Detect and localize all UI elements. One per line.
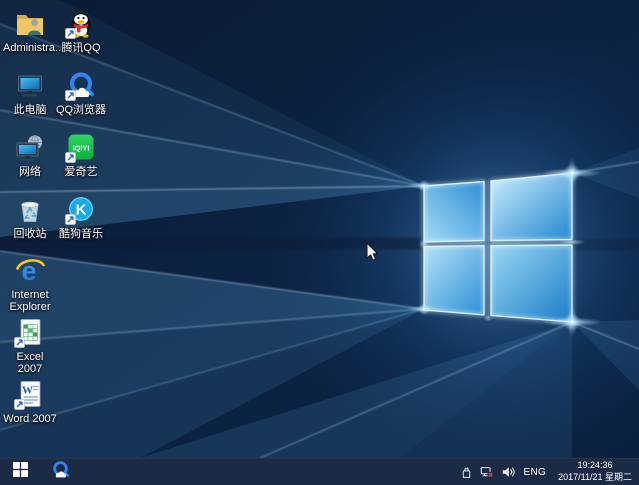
desktop-icon-network[interactable]: 网络 [3,130,57,178]
excel-2007-icon [13,315,47,349]
qq-browser-icon [64,68,98,102]
tencent-qq-icon [64,6,98,40]
desktop-icon-excel-2007[interactable]: Excel 2007 [3,315,57,376]
desktop-icon-word-2007[interactable]: W Word 2007 [3,377,57,425]
icon-label: 网络 [19,166,41,178]
taskbar-clock[interactable]: 19:24:36 2017/11/21 星期二 [555,460,632,483]
desktop-icon-iqiyi[interactable]: iQIYI 爱奇艺 [54,130,108,178]
icon-label: 回收站 [14,228,47,240]
shortcut-arrow-overlay [15,338,25,348]
language-indicator[interactable]: ENG [522,467,549,478]
icon-label: QQ浏览器 [56,104,106,116]
icon-label: 爱奇艺 [65,166,98,178]
icon-label: Word 2007 [3,413,57,425]
network-icon [13,130,47,164]
svg-text:W: W [22,385,33,397]
clock-time: 19:24:36 [558,460,632,472]
desktop-icon-internet-explorer[interactable]: e Internet Explorer [3,253,57,314]
icon-label: 此电脑 [14,104,47,116]
desktop-icon-recycle-bin[interactable]: 回收站 [3,192,57,240]
desktop[interactable]: Administra... [0,0,639,458]
administrator-folder-icon [13,6,47,40]
kugou-music-icon: K [64,192,98,226]
this-pc-icon [13,68,47,102]
desktop-icon-tencent-qq[interactable]: 腾讯QQ [54,6,108,54]
iqiyi-icon: iQIYI [64,130,98,164]
svg-text:iQIYI: iQIYI [73,144,90,153]
internet-explorer-icon: e [13,253,47,287]
start-button[interactable] [0,459,40,485]
word-2007-icon: W [13,377,47,411]
shortcut-arrow-overlay [66,215,76,225]
shortcut-arrow-overlay [66,29,76,39]
network-disconnected-icon[interactable] [480,465,494,479]
qq-browser-icon [50,459,71,485]
taskbar: ENG 19:24:36 2017/11/21 星期二 [0,458,639,485]
desktop-icon-this-pc[interactable]: 此电脑 [3,68,57,116]
desktop-icon-qq-browser[interactable]: QQ浏览器 [54,68,108,116]
clock-date: 2017/11/21 星期二 [558,472,632,484]
shortcut-arrow-overlay [66,91,76,101]
desktop-icon-kugou-music[interactable]: K 酷狗音乐 [54,192,108,240]
icon-label: 酷狗音乐 [59,228,103,240]
icon-label: Administra... [3,42,57,54]
icon-label: Internet Explorer [3,289,57,314]
shortcut-arrow-overlay [15,400,25,410]
icon-label: Excel 2007 [3,351,57,376]
recycle-bin-icon [13,192,47,226]
desktop-icon-administrator[interactable]: Administra... [3,6,57,54]
windows-desktop-screen: Administra... [0,0,639,485]
system-tray: ENG 19:24:36 2017/11/21 星期二 [460,459,639,485]
volume-icon[interactable] [501,465,515,479]
svg-text:K: K [76,202,87,219]
windows-logo-icon [13,462,28,482]
shortcut-arrow-overlay [66,153,76,163]
usb-icon[interactable] [460,466,473,479]
icon-label: 腾讯QQ [61,42,100,54]
qq-browser-task-button[interactable] [40,459,80,485]
